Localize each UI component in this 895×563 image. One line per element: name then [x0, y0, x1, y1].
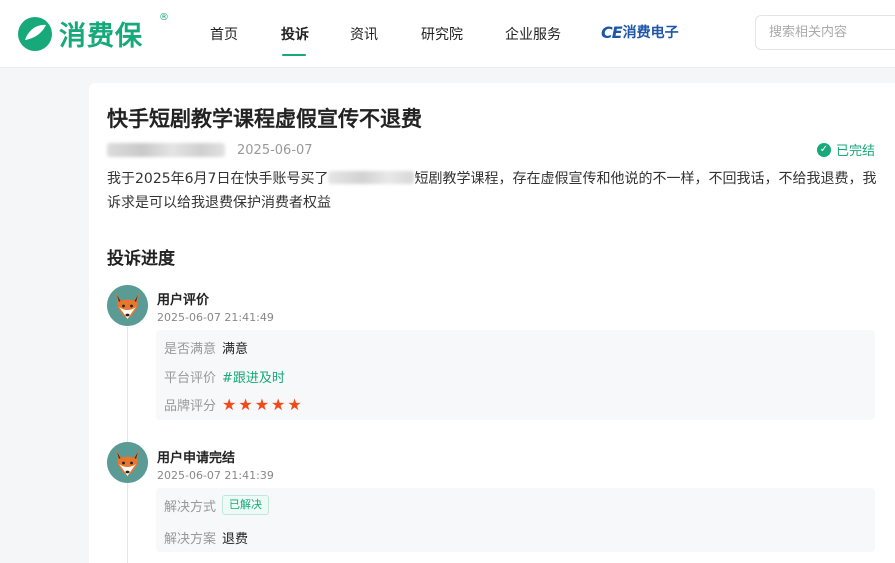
resolution-detail-box: 解决方式 已解决 解决方案 退费 — [156, 488, 875, 552]
progress-section-title: 投诉进度 — [107, 249, 175, 269]
registered-mark: ® — [159, 12, 169, 23]
search-input[interactable] — [755, 15, 895, 50]
complaint-description: 我于2025年6月7日在快手账号买了 短剧教学课程，存在虚假宣传和他说的不一样，不… — [107, 167, 877, 215]
partner-logo-link[interactable]: CE 消费电子 — [601, 22, 679, 42]
site-logo[interactable]: 消费保 ® — [17, 12, 169, 53]
nav-home[interactable]: 首页 — [210, 24, 238, 44]
star-icon: ★ — [238, 394, 253, 414]
blurred-account-name — [328, 171, 415, 184]
top-header: 消费保 ® 首页 投诉 资讯 研究院 企业服务 CE 消费电子 — [0, 0, 895, 68]
complaint-card: 快手短剧教学课程虚假宣传不退费 2025-06-07 ✓ 已完结 我于2025年… — [89, 83, 895, 563]
nav-enterprise[interactable]: 企业服务 — [505, 24, 561, 44]
detail-value: 退费 — [222, 532, 249, 547]
fox-icon — [107, 442, 148, 483]
resolved-badge: 已解决 — [222, 495, 269, 515]
detail-label: 解决方案 — [164, 532, 217, 547]
complaint-title: 快手短剧教学课程虚假宣传不退费 — [107, 107, 422, 131]
timeline-event-title: 用户评价 — [157, 293, 210, 308]
logo-text: 消费保 — [59, 21, 143, 52]
nav-complaints[interactable]: 投诉 — [281, 24, 309, 44]
fox-icon — [107, 285, 148, 326]
check-circle-icon: ✓ — [816, 142, 831, 157]
review-tag: #跟进及时 — [222, 371, 285, 386]
detail-row-brand-rating: 品牌评分 ★ ★ ★ ★ ★ — [164, 395, 304, 414]
rating-stars: ★ ★ ★ ★ ★ — [222, 394, 304, 414]
star-icon: ★ — [271, 394, 286, 414]
evaluation-detail-box: 是否满意 满意 平台评价 #跟进及时 品牌评分 ★ ★ ★ ★ ★ — [156, 330, 875, 420]
star-icon: ★ — [287, 394, 302, 414]
detail-label: 是否满意 — [164, 342, 217, 357]
leaf-logo-icon — [18, 16, 52, 51]
detail-label: 品牌评分 — [164, 399, 217, 414]
partner-logo-text: 消费电子 — [622, 25, 679, 41]
detail-row-resolution-method: 解决方式 已解决 — [164, 495, 269, 515]
description-text-start: 我于2025年6月7日在快手账号买了 — [107, 171, 329, 187]
timeline-event-time: 2025-06-07 21:41:49 — [157, 311, 274, 324]
complaint-date: 2025-06-07 — [237, 142, 313, 158]
detail-row-satisfied: 是否满意 满意 — [164, 338, 248, 357]
detail-row-resolution-plan: 解决方案 退费 — [164, 528, 248, 547]
complaint-meta: 2025-06-07 — [107, 141, 313, 159]
star-icon: ★ — [222, 394, 237, 414]
nav-research[interactable]: 研究院 — [421, 24, 463, 44]
detail-label: 解决方式 — [164, 499, 217, 515]
detail-label: 平台评价 — [164, 371, 217, 386]
nav-active-indicator — [282, 54, 306, 56]
star-icon: ★ — [254, 394, 270, 414]
detail-value: 满意 — [222, 342, 249, 357]
ce-logo-icon: CE — [601, 22, 623, 42]
blurred-username — [107, 143, 225, 157]
status-label: 已完结 — [835, 144, 875, 159]
timeline-event-time: 2025-06-07 21:41:39 — [157, 469, 274, 482]
timeline-event-title: 用户申请完结 — [157, 451, 236, 466]
fox-avatar — [107, 442, 148, 483]
nav-news[interactable]: 资讯 — [350, 24, 378, 44]
status-badge: ✓ 已完结 — [816, 140, 875, 159]
detail-row-platform-review: 平台评价 #跟进及时 — [164, 367, 285, 386]
fox-avatar — [107, 285, 148, 326]
